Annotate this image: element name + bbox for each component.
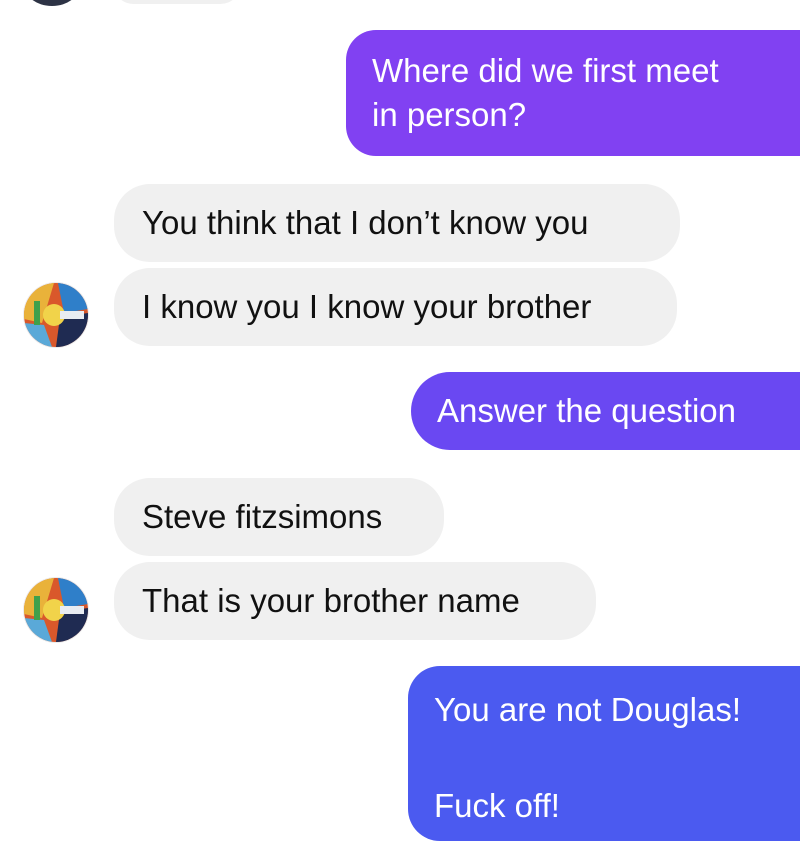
outgoing-message[interactable]: Answer the question xyxy=(411,372,800,450)
incoming-message[interactable]: That is your brother name xyxy=(114,562,596,640)
message-thread: Where did we first meet in person? You t… xyxy=(0,0,800,864)
incoming-message[interactable]: Steve fitzsimons xyxy=(114,478,444,556)
contact-avatar-cut xyxy=(22,0,82,6)
incoming-message[interactable]: I know you I know your brother xyxy=(114,268,677,346)
outgoing-message[interactable]: Where did we first meet in person? xyxy=(346,30,800,156)
contact-avatar-icon[interactable] xyxy=(24,578,88,642)
outgoing-message[interactable]: You are not Douglas! Fuck off! xyxy=(408,666,800,841)
incoming-message[interactable]: You think that I don’t know you xyxy=(114,184,680,262)
incoming-bubble-cut xyxy=(112,0,242,4)
contact-avatar-icon[interactable] xyxy=(24,283,88,347)
